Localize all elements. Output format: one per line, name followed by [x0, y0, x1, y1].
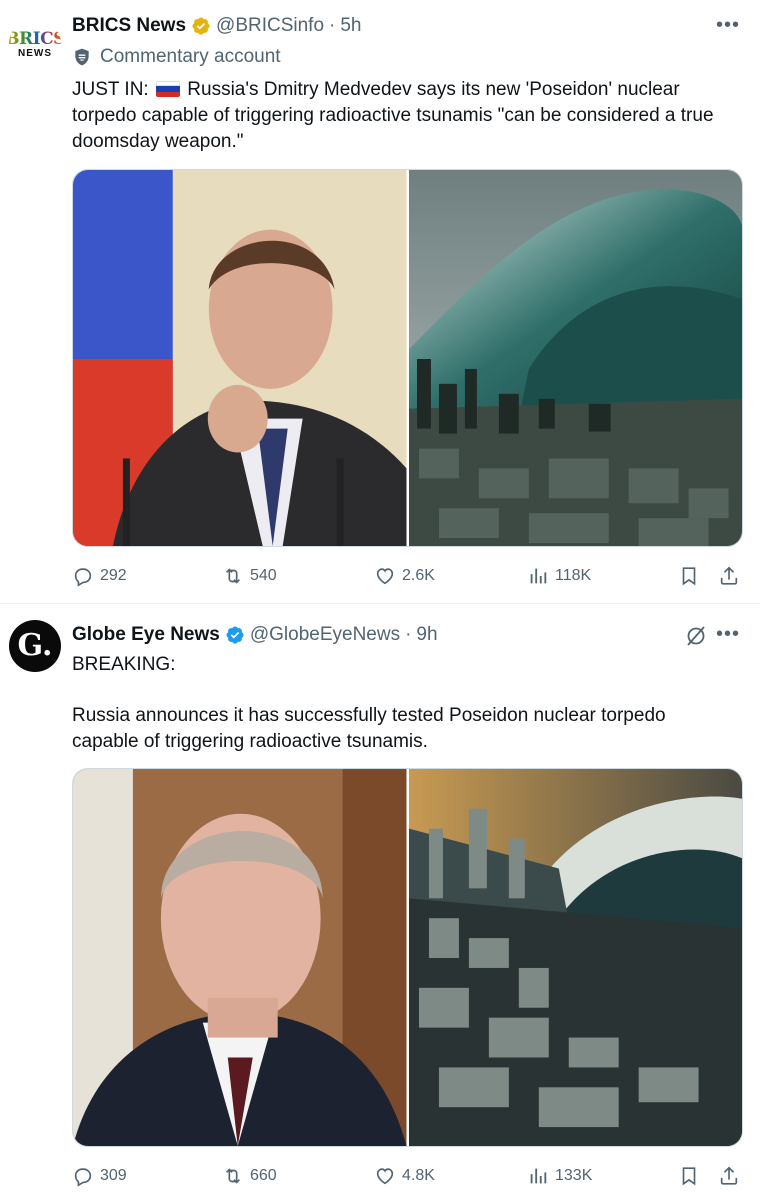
tweet[interactable]: BRICS NEWS BRICS News @BRICSinfo · 5h ••…	[0, 0, 760, 604]
views-count: 133K	[555, 1167, 593, 1184]
avatar-logo-subtext: NEWS	[18, 47, 52, 59]
like-button[interactable]: 4.8K	[374, 1165, 435, 1187]
media-grid[interactable]	[72, 169, 743, 547]
commentary-label[interactable]: Commentary account	[72, 46, 281, 68]
tweet-text: Russia announces it has successfully tes…	[72, 705, 666, 752]
author-name[interactable]: BRICS News	[72, 15, 186, 37]
repost-count: 540	[250, 567, 277, 584]
avatar-logo-text: BRICS	[9, 30, 61, 48]
verified-blue-icon	[226, 626, 244, 644]
russia-flag-icon	[156, 81, 180, 97]
repost-button[interactable]: 540	[222, 565, 277, 587]
repost-button[interactable]: 660	[222, 1165, 277, 1187]
media-grid[interactable]	[72, 768, 743, 1147]
timestamp[interactable]: 9h	[416, 624, 437, 646]
reply-button[interactable]: 309	[72, 1165, 127, 1187]
like-icon	[376, 568, 394, 585]
tweet-text: JUST IN: Russia's Dmitry Medvedev says i…	[72, 77, 732, 155]
author-name[interactable]: Globe Eye News	[72, 624, 220, 646]
avatar[interactable]: G.	[9, 620, 61, 672]
media-image-tsunami[interactable]	[408, 769, 742, 1146]
text-prefix: JUST IN:	[72, 79, 149, 100]
like-button[interactable]: 2.6K	[374, 565, 435, 587]
action-bar: 309 660 4.8K 133K	[72, 1165, 744, 1189]
like-count: 2.6K	[402, 567, 435, 584]
reply-button[interactable]: 292	[72, 565, 127, 587]
views-count: 118K	[555, 567, 592, 584]
like-count: 4.8K	[402, 1167, 435, 1184]
more-icon[interactable]: •••	[716, 623, 740, 646]
more-icon[interactable]: •••	[716, 14, 740, 37]
reply-count: 292	[100, 567, 127, 584]
views-icon	[530, 568, 547, 584]
tweet-header: Globe Eye News @GlobeEyeNews · 9h	[72, 623, 438, 647]
avatar[interactable]: BRICS NEWS	[9, 18, 61, 70]
reply-count: 309	[100, 1167, 127, 1184]
author-handle[interactable]: @BRICSinfo	[216, 15, 324, 37]
bookmark-icon[interactable]	[678, 565, 700, 587]
media-image-tsunami[interactable]	[408, 170, 742, 546]
reply-icon	[74, 568, 92, 587]
verified-gold-icon	[192, 17, 210, 35]
like-icon	[376, 1168, 394, 1185]
bookmark-icon[interactable]	[678, 1165, 700, 1187]
media-image-portrait[interactable]	[73, 170, 407, 546]
action-bar: 292 540 2.6K 118K	[72, 565, 744, 589]
share-icon[interactable]	[718, 1165, 740, 1187]
author-handle[interactable]: @GlobeEyeNews	[250, 624, 400, 646]
repost-icon	[225, 568, 241, 584]
reply-icon	[74, 1168, 92, 1187]
separator-dot: ·	[329, 15, 336, 36]
separator-dot: ·	[405, 624, 412, 645]
media-image-portrait[interactable]	[73, 769, 407, 1146]
timestamp[interactable]: 5h	[340, 15, 361, 37]
repost-count: 660	[250, 1167, 277, 1184]
commentary-shield-icon	[75, 48, 89, 66]
views-icon	[530, 1168, 547, 1184]
tweet-text-line: BREAKING:	[72, 654, 176, 675]
views-button[interactable]: 133K	[527, 1165, 592, 1187]
tweet-header: BRICS News @BRICSinfo · 5h	[72, 14, 362, 38]
avatar-logo-text: G.	[17, 628, 53, 663]
tweet[interactable]: G. Globe Eye News @GlobeEyeNews · 9h •••…	[0, 605, 760, 1200]
views-button[interactable]: 118K	[527, 565, 591, 587]
grok-icon[interactable]	[684, 624, 708, 648]
commentary-text: Commentary account	[100, 46, 281, 67]
repost-icon	[225, 1168, 241, 1184]
share-icon[interactable]	[718, 565, 740, 587]
